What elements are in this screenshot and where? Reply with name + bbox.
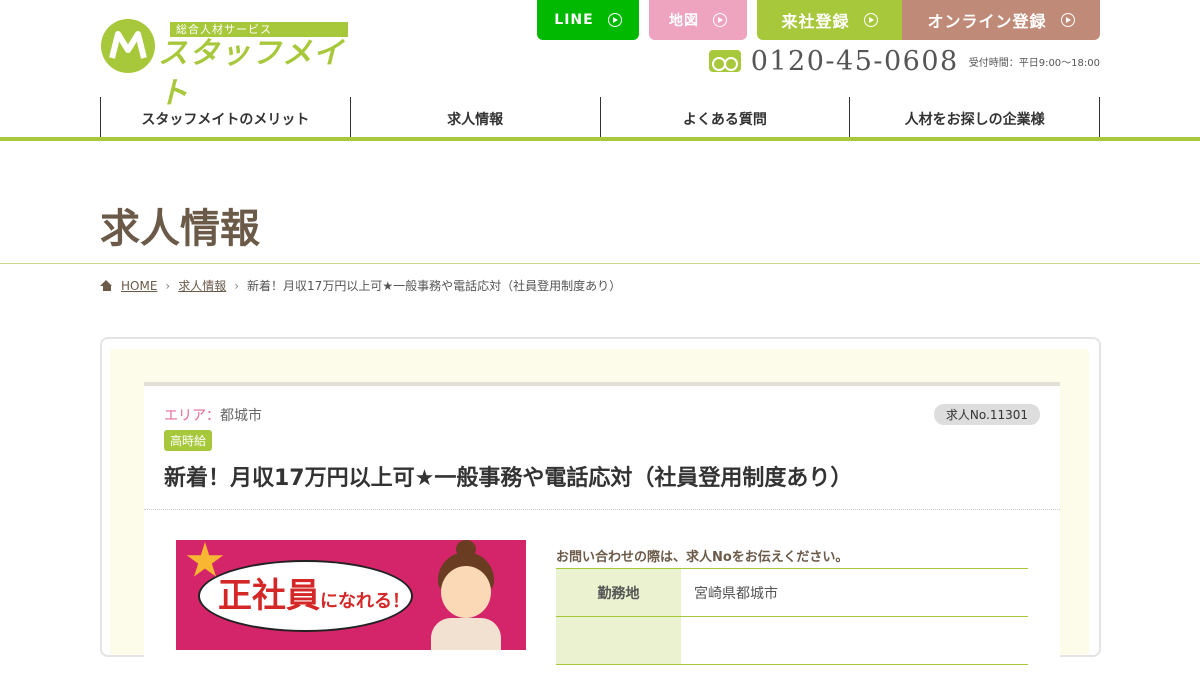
line-button[interactable]: LINE	[537, 0, 639, 40]
area-label: エリア：	[164, 408, 220, 424]
job-number-badge: 求人No.11301	[933, 404, 1040, 425]
area-value: 都城市	[220, 408, 262, 424]
chevron-right-icon: ›	[234, 278, 240, 293]
phone-hours: 受付時間：平日9:00～18:00	[968, 57, 1100, 69]
table-value-cell	[681, 617, 1028, 664]
page-title: 求人情報	[100, 206, 260, 252]
title-divider	[0, 263, 1200, 264]
job-area: エリア：都城市	[164, 405, 262, 425]
job-panel: エリア：都城市 求人No.11301 高時給 新着！月収17万円以上可★一般事務…	[144, 382, 1060, 682]
job-image: 正社員になれる！	[176, 540, 526, 650]
play-circle-icon	[863, 13, 878, 27]
online-registration-button[interactable]: オンライン登録	[902, 0, 1100, 40]
nav-item-merits[interactable]: スタッフメイトのメリット	[101, 97, 351, 137]
illustration-body	[431, 618, 501, 650]
table-header-cell	[556, 617, 681, 664]
breadcrumb-home[interactable]: HOME	[121, 279, 157, 293]
table-header-cell: 勤務地	[556, 569, 681, 616]
woman-illustration	[426, 540, 506, 650]
panel-divider	[144, 509, 1060, 510]
illustration-hair-bun	[456, 540, 476, 558]
table-row	[556, 617, 1028, 665]
high-pay-tag: 高時給	[164, 430, 213, 451]
map-button[interactable]: 地図	[649, 0, 747, 40]
job-title: 新着！月収17万円以上可★一般事務や電話応対（社員登用制度あり）	[164, 466, 853, 491]
nav-item-faq[interactable]: よくある質問	[601, 97, 851, 137]
image-caption-big: 正社員	[218, 576, 320, 616]
site-logo[interactable]: 総合人材サービス スタッフメイト	[100, 18, 350, 111]
phone-number[interactable]: 0120-45-0608	[751, 46, 959, 77]
nav-underline	[0, 137, 1200, 141]
illustration-face	[441, 566, 491, 618]
visit-registration-label: 来社登録	[781, 12, 850, 31]
image-caption-small: になれる！	[320, 591, 410, 612]
global-nav: スタッフメイトのメリット 求人情報 よくある質問 人材をお探しの企業様	[100, 97, 1100, 137]
breadcrumb: HOME › 求人情報 › 新着！月収17万円以上可★一般事務や電話応対（社員登…	[100, 277, 621, 294]
line-button-label: LINE	[554, 12, 594, 28]
home-icon	[100, 280, 113, 291]
logo-mark-icon	[101, 19, 155, 73]
phone-contact: 0120-45-0608 受付時間：平日9:00～18:00	[708, 46, 1100, 77]
online-registration-label: オンライン登録	[927, 12, 1047, 31]
free-dial-icon	[708, 50, 741, 72]
table-row: 勤務地 宮崎県都城市	[556, 569, 1028, 617]
play-circle-icon	[713, 13, 727, 27]
nav-item-jobs[interactable]: 求人情報	[351, 97, 601, 137]
table-value-cell: 宮崎県都城市	[694, 585, 778, 602]
play-circle-icon	[1060, 13, 1075, 27]
breadcrumb-current: 新着！月収17万円以上可★一般事務や電話応対（社員登用制度あり）	[247, 279, 622, 293]
job-info-table: 勤務地 宮崎県都城市	[556, 568, 1028, 665]
breadcrumb-jobs[interactable]: 求人情報	[178, 277, 226, 294]
visit-registration-button[interactable]: 来社登録	[757, 0, 902, 40]
map-button-label: 地図	[669, 13, 699, 29]
image-caption: 正社員になれる！	[218, 568, 410, 617]
site-header: 総合人材サービス スタッフメイト LINE 地図 来社登録 オンライン登録 01…	[0, 0, 1200, 141]
nav-item-companies[interactable]: 人材をお探しの企業様	[850, 97, 1100, 137]
chevron-right-icon: ›	[165, 278, 171, 293]
top-button-group: LINE 地図 来社登録 オンライン登録	[537, 0, 1100, 40]
job-card: エリア：都城市 求人No.11301 高時給 新着！月収17万円以上可★一般事務…	[100, 337, 1101, 682]
inquiry-note: お問い合わせの際は、求人Noをお伝えください。	[556, 550, 849, 565]
play-circle-icon	[607, 13, 622, 27]
